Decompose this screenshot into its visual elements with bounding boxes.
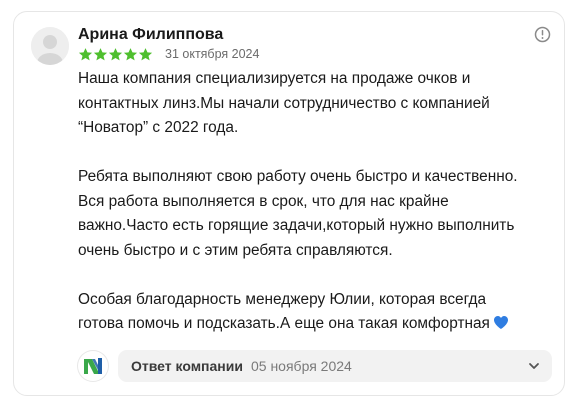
star-icon — [108, 47, 123, 60]
review-text-line: Ребята выполняют свою работу очень быстр… — [78, 168, 518, 185]
default-avatar-icon — [31, 27, 69, 65]
chevron-down-icon — [529, 363, 539, 369]
star-icon — [93, 47, 108, 60]
review-text-line: готова помочь и подсказать.А еще она так… — [78, 312, 548, 337]
rating-row: 31 октября 2024 — [78, 46, 259, 62]
review-text-line: Особая благодарность менеджеру Юлии, кот… — [78, 290, 487, 308]
blue-heart-icon — [493, 316, 508, 329]
star-icon — [78, 47, 93, 60]
avatar[interactable] — [31, 27, 69, 65]
review-text-line: очень быстро и с этим ребята справляются… — [78, 241, 393, 259]
review-text-line: контактных линз.Мы начали сотрудничество… — [78, 94, 490, 112]
star-icon — [123, 47, 138, 60]
novator-logo-icon — [84, 358, 102, 374]
review-date: 31 октября 2024 — [165, 47, 260, 61]
company-logo — [78, 351, 108, 381]
review-text-line: “Новатор” с 2022 года. — [78, 119, 239, 136]
review-text-line: Наша компания специализируется на продаж… — [78, 70, 471, 87]
info-circle-icon[interactable] — [534, 26, 551, 43]
review-card: Арина Филиппова 31 октября 2024 Наша ком… — [13, 11, 565, 396]
star-icon — [138, 47, 153, 60]
review-text-line: важно.Часто есть горящие задачи,который … — [78, 217, 515, 234]
company-reply-toggle[interactable]: Ответ компании 05 ноября 2024 — [118, 350, 552, 382]
author-name[interactable]: Арина Филиппова — [78, 26, 223, 44]
reply-date: 05 ноября 2024 — [250, 358, 352, 374]
review-text-line: Вся работа выполняется в срок, что для н… — [78, 192, 449, 210]
reply-label: Ответ компании — [131, 358, 243, 374]
review-text: Наша компания специализируется на продаж… — [78, 67, 548, 337]
rating-stars — [78, 47, 153, 62]
